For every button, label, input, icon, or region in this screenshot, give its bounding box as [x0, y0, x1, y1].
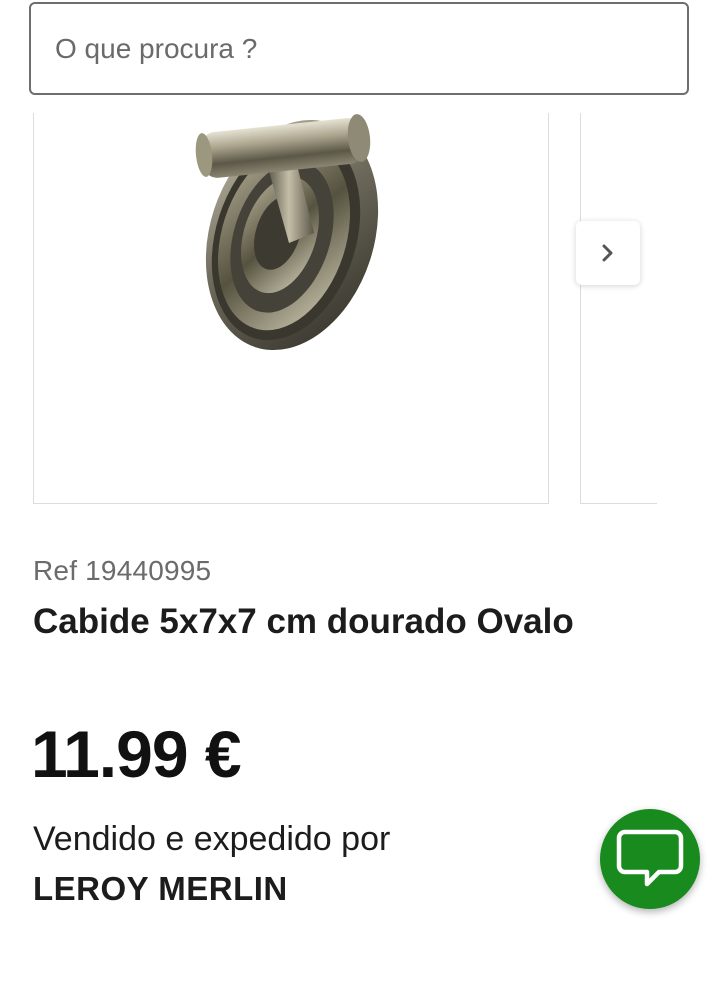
gallery-slide-next[interactable]: [580, 113, 657, 504]
product-title: Cabide 5x7x7 cm dourado Ovalo: [33, 602, 574, 641]
product-price: 11.99 €: [31, 717, 242, 791]
search-bar[interactable]: [29, 2, 689, 95]
gallery-next-button[interactable]: [576, 221, 640, 285]
product-reference: Ref 19440995: [33, 555, 212, 586]
sold-by-label: Vendido e expedido por: [33, 820, 391, 858]
product-image-gallery[interactable]: [0, 113, 720, 505]
coat-hook-product-icon: [195, 114, 379, 351]
search-input[interactable]: [31, 4, 687, 93]
product-page: Ref 19440995 Cabide 5x7x7 cm dourado Ova…: [0, 0, 720, 1001]
gallery-slide-current[interactable]: [33, 113, 549, 504]
chevron-right-icon: [602, 244, 613, 262]
chat-button[interactable]: [600, 809, 700, 909]
seller-name: LEROY MERLIN: [33, 870, 288, 907]
chat-bubble-icon: [616, 829, 684, 887]
